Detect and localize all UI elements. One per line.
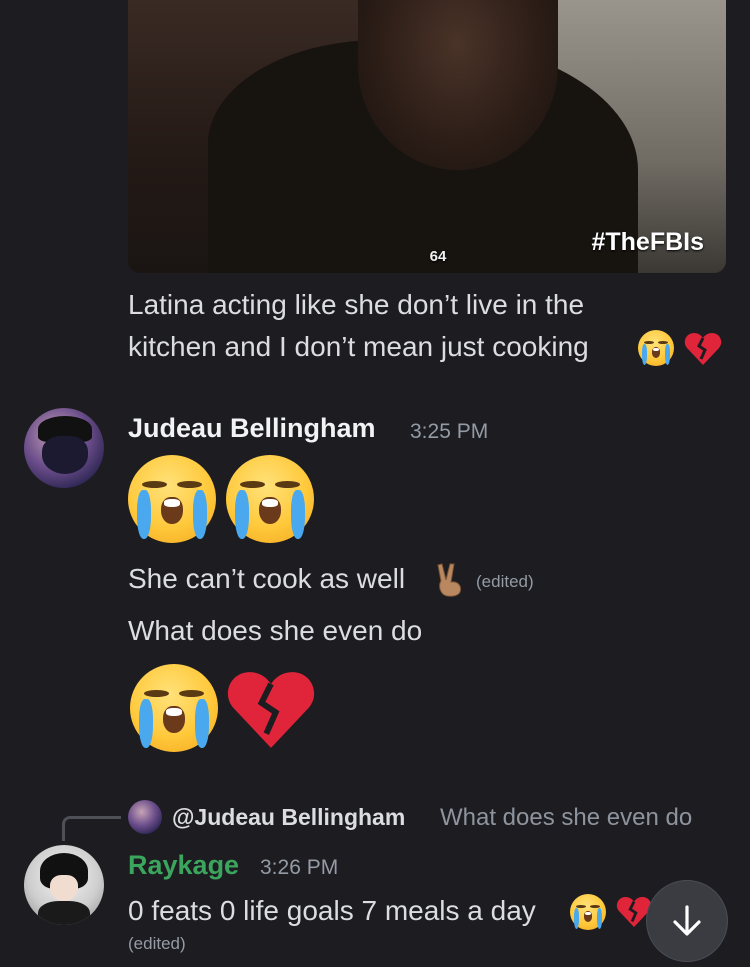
broken-heart-icon	[226, 668, 316, 752]
reply-preview[interactable]: What does she even do	[440, 804, 692, 832]
edited-label: (edited)	[476, 572, 534, 591]
arrow-down-icon	[673, 905, 701, 936]
message-timestamp: 3:25 PM	[410, 420, 489, 443]
embedded-image[interactable]: 64 #TheFBIs	[128, 0, 726, 273]
message-timestamp: 3:26 PM	[260, 856, 339, 879]
peace-hand-icon	[434, 562, 466, 598]
jump-to-bottom-button[interactable]	[646, 880, 728, 962]
edited-label: (edited)	[128, 934, 186, 953]
message-text: 0 feats 0 life goals 7 meals a day	[128, 895, 536, 926]
reply-avatar[interactable]	[128, 800, 162, 834]
message-text: What does she even do	[128, 615, 423, 646]
sob-emoji-icon	[226, 455, 314, 543]
reply-author[interactable]: @Judeau Bellingham	[172, 804, 405, 831]
message-text: Latina acting like she don’t live in the	[128, 289, 585, 320]
message-author[interactable]: Raykage	[128, 850, 239, 881]
sob-emoji-icon	[638, 330, 674, 366]
message-text: kitchen and I don’t mean just cooking	[128, 331, 589, 362]
avatar[interactable]	[24, 845, 104, 925]
image-hashtag: #TheFBIs	[591, 228, 704, 256]
message-author[interactable]: Judeau Bellingham	[128, 413, 376, 444]
message-text: She can’t cook as well	[128, 563, 406, 594]
channel-logo: 64	[429, 248, 447, 265]
reply-connector	[62, 816, 121, 841]
avatar[interactable]	[24, 408, 104, 488]
sob-emoji-icon	[130, 664, 218, 752]
sob-emoji-icon	[570, 894, 606, 930]
sob-emoji-icon	[128, 455, 216, 543]
broken-heart-icon	[684, 332, 722, 366]
